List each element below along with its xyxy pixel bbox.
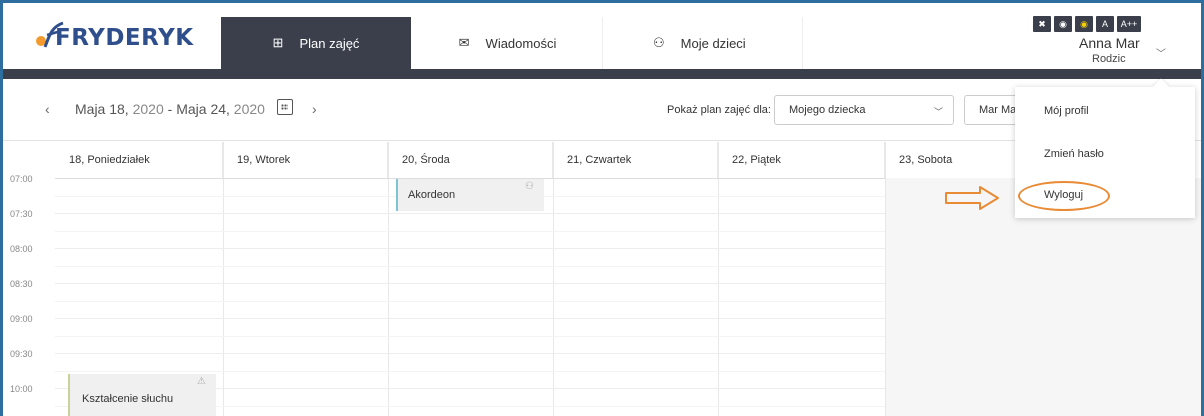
column-divider — [223, 142, 224, 416]
range-end-year: 2020 — [233, 101, 265, 117]
grid-icon: ⊞ — [272, 35, 284, 50]
contrast-icon[interactable]: ◉ — [1075, 16, 1093, 32]
event-ksztalcenie-sluchu[interactable]: Kształcenie słuchu ⚠ — [68, 374, 216, 416]
chevron-left-icon[interactable]: ‹ — [45, 101, 50, 117]
time-label: 08:00 — [10, 244, 33, 254]
nav-plan-zajec[interactable]: ⊞ Plan zajęć — [221, 17, 411, 69]
annotation-oval — [1018, 181, 1110, 211]
column-divider — [388, 142, 389, 416]
top-bar: FRYDERYK ⊞ Plan zajęć ✉ Wiadomości ⚇ Moj… — [3, 3, 1201, 69]
day-header: 23, Sobota — [899, 154, 953, 166]
row-divider — [55, 336, 885, 337]
row-divider — [55, 266, 885, 267]
row-divider — [55, 371, 885, 372]
event-title: Kształcenie słuchu — [82, 393, 174, 405]
column-divider — [553, 142, 554, 416]
nav-moje-dzieci[interactable]: ⚇ Moje dzieci — [603, 17, 803, 69]
app-frame: FRYDERYK ⊞ Plan zajęć ✉ Wiadomości ⚇ Moj… — [3, 3, 1201, 416]
children-icon: ⚇ — [653, 35, 665, 50]
day-header: 19, Wtorek — [223, 142, 388, 178]
user-name[interactable]: Anna Mar — [1079, 35, 1140, 51]
annotation-arrow-icon — [945, 186, 999, 210]
select-value: Mojego dziecka — [789, 104, 866, 116]
select-value: Mar Ma — [979, 104, 1017, 116]
group-icon: ⚇ — [525, 181, 534, 192]
row-divider — [55, 301, 885, 302]
nav-label: Moje dzieci — [680, 35, 746, 51]
eye-icon[interactable]: ◉ — [1054, 16, 1072, 32]
day-header: 22, Piątek — [718, 142, 885, 178]
row-divider — [55, 318, 885, 319]
nav-label: Plan zajęć — [299, 35, 360, 51]
time-label: 08:30 — [10, 279, 33, 289]
row-divider — [55, 213, 885, 214]
nav-label: Wiadomości — [485, 35, 557, 51]
font-normal-button[interactable]: A — [1096, 16, 1114, 32]
range-start-year: 2020 — [132, 101, 164, 117]
range-start: Maja 18, — [75, 101, 129, 117]
logo-text: FRYDERYK — [55, 25, 194, 51]
calendar-icon[interactable] — [277, 99, 293, 115]
chevron-down-icon: ﹀ — [933, 107, 943, 117]
menu-item-profile[interactable]: Mój profil — [1044, 105, 1089, 117]
day-header: 21, Czwartek — [553, 142, 718, 178]
column-divider — [718, 142, 719, 416]
chevron-right-icon[interactable]: › — [312, 101, 317, 117]
row-divider — [55, 283, 885, 284]
row-divider — [55, 231, 885, 232]
day-header: 20, Środa — [388, 142, 553, 178]
event-akordeon[interactable]: Akordeon ⚇ — [396, 179, 544, 211]
time-label: 07:00 — [10, 174, 33, 184]
show-for-label: Pokaż plan zajęć dla: — [667, 104, 771, 116]
date-range: Maja 18, 2020 - Maja 24, 2020 — [75, 101, 265, 117]
event-title: Akordeon — [408, 189, 456, 201]
header-divider — [3, 69, 1201, 79]
range-end: Maja 24, — [176, 101, 230, 117]
day-header: 18, Poniedziałek — [55, 142, 223, 178]
column-divider — [885, 142, 886, 416]
range-sep: - — [163, 101, 177, 117]
row-divider — [55, 248, 885, 249]
time-label: 10:00 — [10, 384, 33, 394]
logo[interactable]: FRYDERYK — [33, 17, 193, 57]
font-large-button[interactable]: A++ — [1117, 16, 1141, 32]
warning-icon: ⚠ — [197, 376, 206, 387]
time-label: 07:30 — [10, 209, 33, 219]
user-role: Rodzic — [1092, 53, 1126, 65]
schedule-for-select[interactable]: Mojego dziecka ﹀ — [774, 95, 954, 125]
time-label: 09:00 — [10, 314, 33, 324]
chevron-down-icon[interactable]: ﹀ — [1156, 45, 1166, 60]
envelope-icon: ✉ — [458, 35, 470, 50]
row-divider — [55, 353, 885, 354]
pin-icon[interactable]: ✖ — [1033, 16, 1051, 32]
menu-item-change-password[interactable]: Zmień hasło — [1044, 148, 1104, 160]
time-label: 09:30 — [10, 349, 33, 359]
nav-wiadomosci[interactable]: ✉ Wiadomości — [413, 17, 603, 69]
